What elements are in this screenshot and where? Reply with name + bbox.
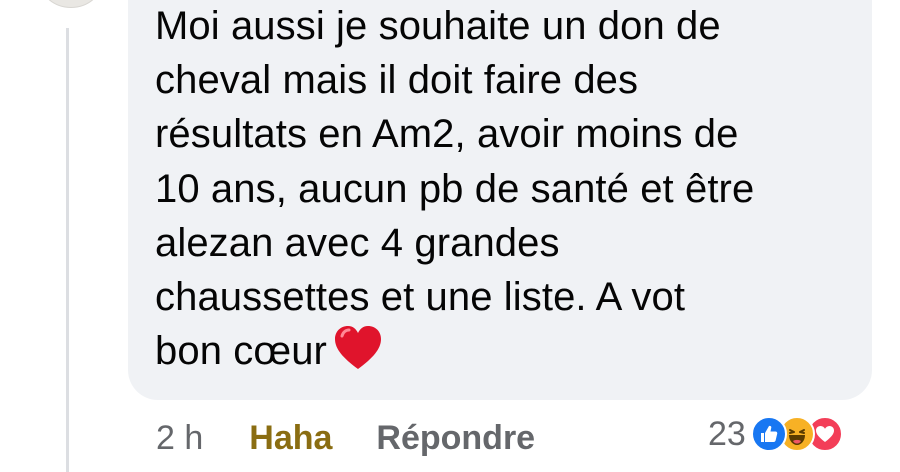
avatar[interactable] (36, 0, 106, 8)
comment-line: résultats en Am2, avoir moins de (155, 112, 739, 157)
comment-line: Moi aussi je souhaite un don de (155, 4, 721, 48)
reaction-summary[interactable]: 23 (708, 412, 843, 456)
reaction-count: 23 (708, 414, 746, 453)
comment-line: chaussettes et une liste. A vot (155, 275, 686, 320)
comment-actions: 2 h Haha Répondre (156, 416, 535, 460)
heart-emoji-icon (333, 325, 383, 385)
thread-line (66, 28, 69, 472)
timestamp[interactable]: 2 h (156, 419, 203, 458)
reply-button[interactable]: Répondre (376, 419, 535, 458)
comment-line: cheval mais il doit faire des (155, 58, 639, 103)
comment-line: bon cœur (155, 329, 327, 374)
comment-line: 10 ans, aucun pb de santé et être (155, 166, 755, 211)
comment-line: alezan avec 4 grandes (155, 220, 560, 265)
comment-text: Moi aussi je souhaite un don de cheval ma… (155, 0, 852, 385)
haha-reaction-button[interactable]: Haha (249, 419, 332, 458)
like-icon (750, 416, 787, 452)
comment-bubble: Moi aussi je souhaite un don de cheval ma… (128, 0, 872, 400)
comment-thread: Moi aussi je souhaite un don de cheval ma… (0, 0, 900, 472)
reaction-icons (750, 416, 843, 452)
